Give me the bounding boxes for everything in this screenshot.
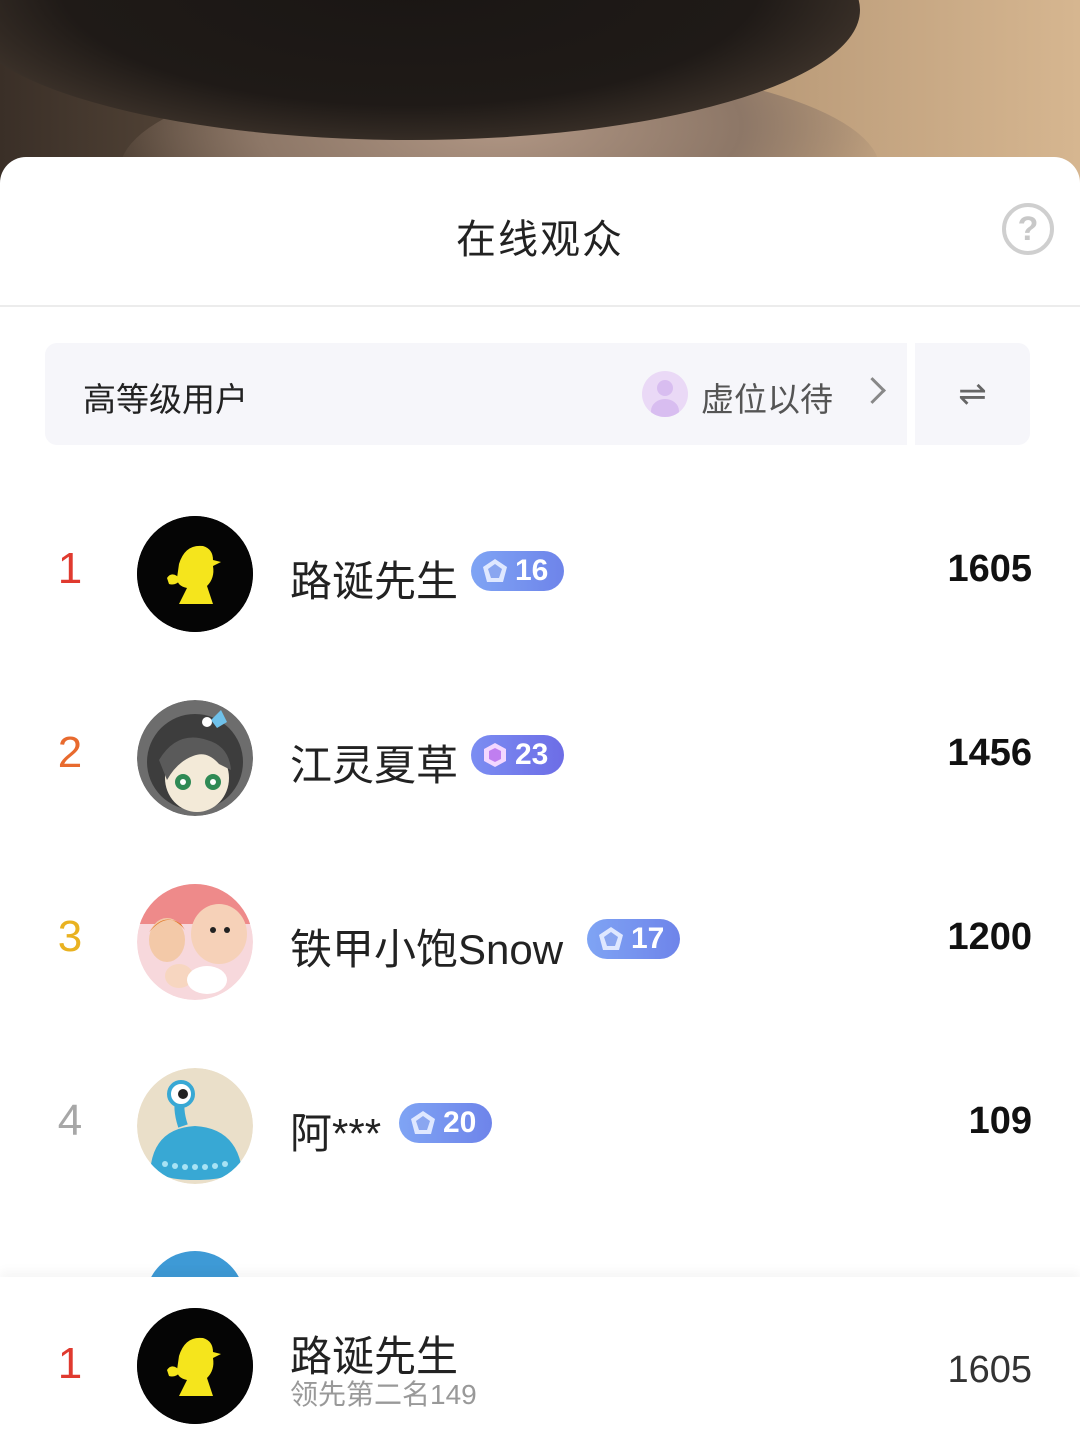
my-rank-footer: 1 路诞先生 领先第二名149 1605 — [0, 1277, 1080, 1452]
gem-icon — [484, 743, 506, 767]
high-level-users-panel[interactable]: 高等级用户 虚位以待 — [45, 343, 907, 445]
viewer-name: 阿*** — [290, 1110, 382, 1157]
avatar[interactable] — [137, 1308, 253, 1424]
viewer-score: 1200 — [947, 916, 1032, 958]
avatar[interactable] — [137, 700, 253, 816]
level-badge: 17 — [587, 919, 680, 959]
question-circle-icon[interactable]: ? — [1002, 203, 1054, 255]
my-score: 1605 — [947, 1349, 1032, 1391]
rank-number: 1 — [57, 1339, 83, 1388]
level-value: 17 — [631, 922, 665, 955]
rank-number: 1 — [57, 544, 83, 593]
list-item[interactable]: 2 江灵夏草 23 1456 — [0, 698, 1080, 818]
rank-number: 4 — [57, 1096, 83, 1145]
avatar[interactable] — [137, 516, 253, 632]
level-value: 16 — [515, 554, 549, 587]
list-item[interactable]: 1 路诞先生 16 1605 — [0, 514, 1080, 634]
level-badge: 16 — [471, 551, 564, 591]
viewer-name: 路诞先生 — [290, 558, 459, 605]
high-level-users-label: 高等级用户 — [83, 381, 248, 418]
level-badge: 23 — [471, 735, 564, 775]
gem-icon — [599, 927, 623, 950]
viewer-score: 1456 — [947, 732, 1032, 774]
viewer-score: 109 — [968, 1100, 1032, 1142]
level-value: 23 — [515, 738, 549, 771]
swap-arrows-icon[interactable]: ⇌ — [915, 343, 1030, 445]
lead-text: 领先第二名149 — [290, 1379, 477, 1410]
sheet-title: 在线观众 — [456, 218, 624, 262]
viewer-name: 铁甲小饱Snow — [290, 926, 564, 973]
avatar[interactable] — [137, 884, 253, 1000]
list-item[interactable]: 4 阿*** 20 109 — [0, 1066, 1080, 1186]
level-value: 20 — [443, 1106, 477, 1139]
viewer-score: 1605 — [947, 548, 1032, 590]
level-badge: 20 — [399, 1103, 492, 1143]
chevron-right-icon — [859, 377, 886, 404]
avatar[interactable] — [137, 1068, 253, 1184]
viewer-name: 江灵夏草 — [290, 742, 459, 789]
gem-icon — [483, 559, 507, 582]
gem-icon — [411, 1111, 435, 1134]
rank-number: 3 — [57, 912, 83, 961]
list-item[interactable]: 3 铁甲小饱Snow 17 1200 — [0, 882, 1080, 1002]
placeholder-avatar-icon — [642, 371, 688, 417]
vacancy-link[interactable]: 虚位以待 — [701, 373, 833, 421]
sheet-header: 在线观众 ? — [0, 157, 1080, 307]
high-level-users-bar: 高等级用户 虚位以待 ⇌ — [45, 343, 1030, 445]
online-audience-sheet: 在线观众 ? 高等级用户 虚位以待 ⇌ 1 路诞先生 16 1605 2 江灵夏… — [0, 157, 1080, 1452]
rank-number: 2 — [57, 728, 83, 777]
